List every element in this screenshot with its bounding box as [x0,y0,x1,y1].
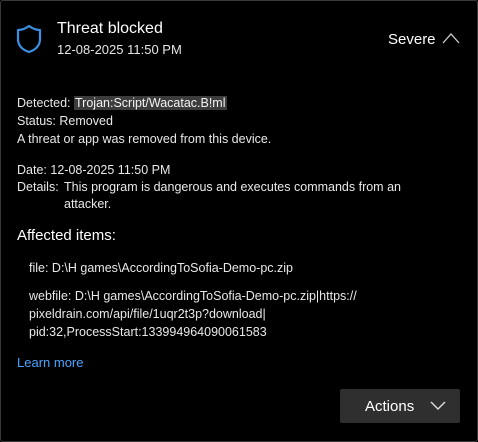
webfile-line: webfile: D:\H games\AccordingToSofia-Dem… [29,289,357,303]
threat-card: Threat blocked 12-08-2025 11:50 PM Sever… [0,0,478,442]
severity-label: Severe [388,31,436,48]
detected-row: Detected: Trojan:Script/Wacatac.B!ml [17,96,227,110]
status-row: Status: Removed [17,114,113,128]
learn-more-link[interactable]: Learn more [17,355,83,370]
chevron-down-icon [430,401,446,410]
affected-webfile: webfile: D:\H games\AccordingToSofia-Dem… [29,287,439,341]
date-row: Date: 12-08-2025 11:50 PM [17,163,170,177]
affected-items-title: Affected items: [17,227,116,244]
webfile-line: pixeldrain.com/api/file/1uqr2t3p?downloa… [29,307,266,321]
webfile-line: pid:32,ProcessStart:133994964090061583 [29,325,267,339]
date-label: Date: [17,163,47,177]
actions-button[interactable]: Actions [340,389,460,423]
date-value: 12-08-2025 11:50 PM [50,163,171,177]
threat-title: Threat blocked [57,20,163,37]
actions-label: Actions [365,397,415,415]
affected-file: file: D:\H games\AccordingToSofia-Demo-p… [29,261,293,275]
detected-value: Trojan:Script/Wacatac.B!ml [74,96,227,110]
threat-timestamp: 12-08-2025 11:50 PM [57,42,182,57]
chevron-up-icon[interactable] [442,32,460,44]
status-value: Removed [59,114,113,128]
details-label: Details: [17,180,59,194]
status-label: Status: [17,114,56,128]
removal-message: A threat or app was removed from this de… [17,132,272,146]
shield-icon [16,24,42,54]
detected-label: Detected: [17,96,71,110]
details-value: This program is dangerous and executes c… [64,180,401,211]
